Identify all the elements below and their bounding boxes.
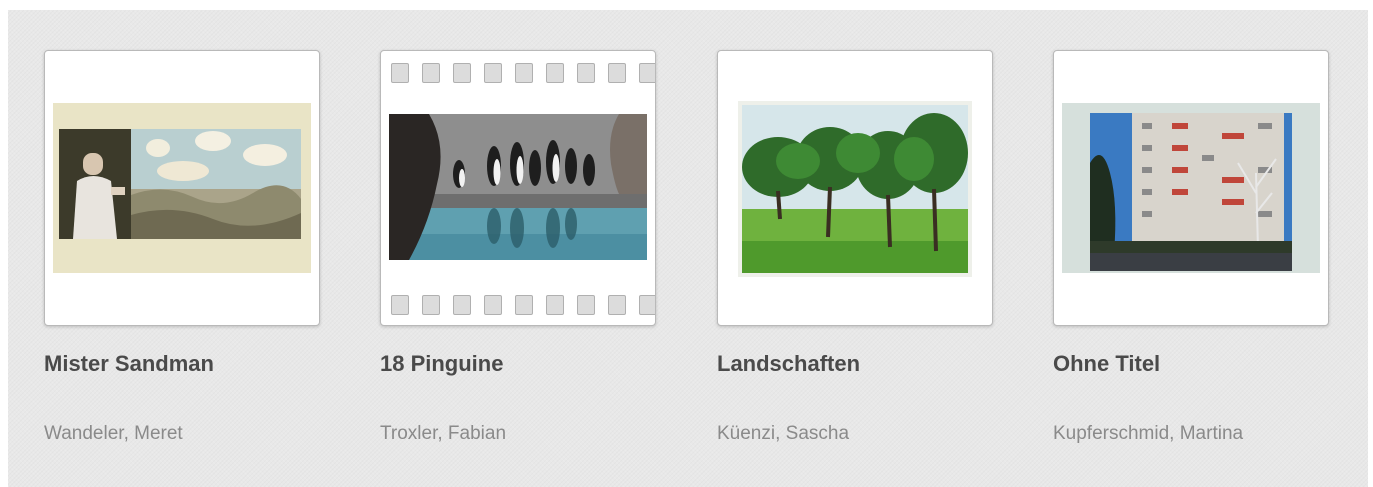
gallery-card[interactable]: Mister Sandman Wandeler, Meret: [44, 50, 320, 444]
card-author[interactable]: Troxler, Fabian: [380, 423, 506, 445]
thumbnail-image-18-pinguine: [389, 114, 647, 260]
film-sprockets-bottom: [391, 295, 655, 315]
card-author[interactable]: Küenzi, Sascha: [717, 423, 849, 445]
gallery-card[interactable]: Landschaften Küenzi, Sascha: [717, 50, 993, 444]
thumbnail-image-mister-sandman: [53, 103, 311, 273]
card-title[interactable]: 18 Pinguine: [380, 351, 503, 377]
card-title[interactable]: Landschaften: [717, 351, 860, 377]
card-author[interactable]: Wandeler, Meret: [44, 423, 183, 445]
thumbnail-frame[interactable]: [1053, 50, 1329, 326]
film-sprockets-top: [391, 63, 655, 83]
thumbnail-frame[interactable]: [44, 50, 320, 326]
card-author[interactable]: Kupferschmid, Martina: [1053, 423, 1243, 445]
thumbnail-image-ohne-titel: [1062, 103, 1320, 273]
card-title[interactable]: Mister Sandman: [44, 351, 214, 377]
gallery-panel: Mister Sandman Wandeler, Meret 18 Pingui…: [8, 10, 1368, 487]
gallery-card[interactable]: 18 Pinguine Troxler, Fabian: [380, 50, 656, 444]
gallery-card[interactable]: Ohne Titel Kupferschmid, Martina: [1053, 50, 1329, 444]
card-title[interactable]: Ohne Titel: [1053, 351, 1160, 377]
thumbnail-image-landschaften: [738, 101, 972, 277]
thumbnail-frame[interactable]: [717, 50, 993, 326]
thumbnail-frame[interactable]: [380, 50, 656, 326]
